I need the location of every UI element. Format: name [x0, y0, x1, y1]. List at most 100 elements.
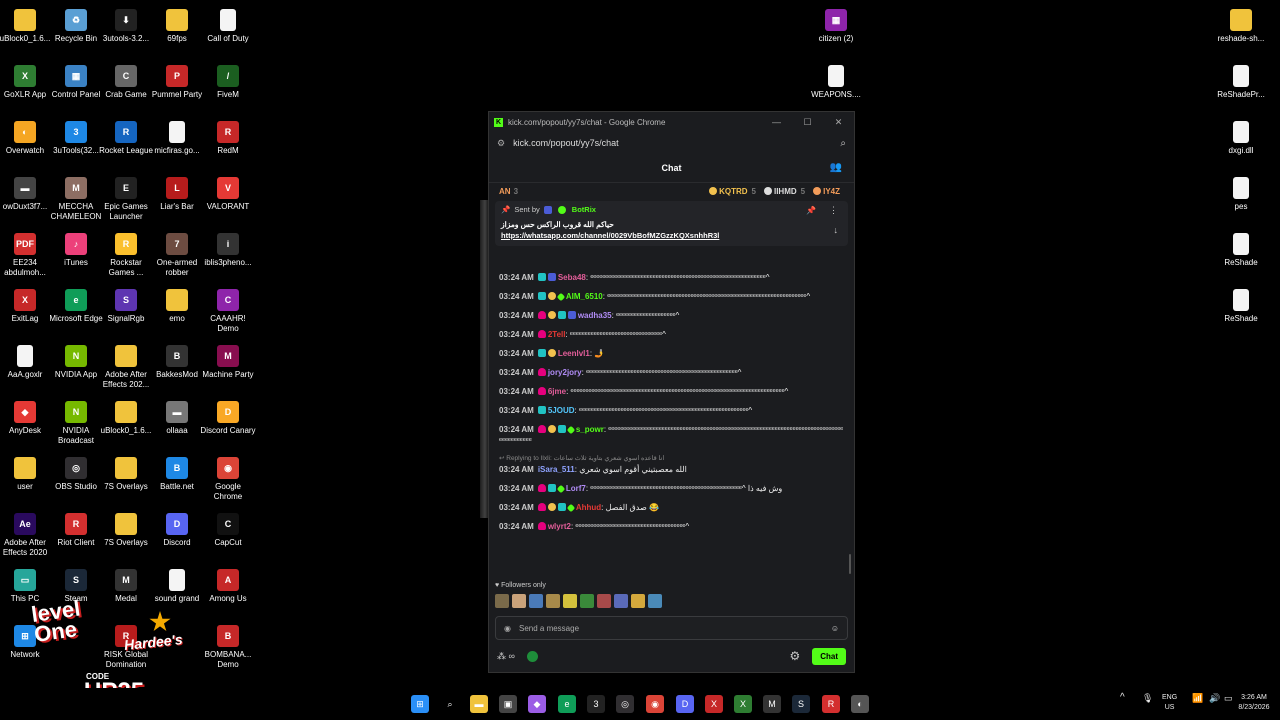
- taskbar-steam-icon[interactable]: S: [792, 695, 810, 713]
- site-info-icon[interactable]: ⚙: [497, 138, 505, 149]
- taskbar-medal-icon[interactable]: M: [763, 695, 781, 713]
- expand-chevron-icon[interactable]: ↓: [834, 225, 839, 235]
- desktop-icon-adobe-after-effects-202[interactable]: Adobe After Effects 202...: [98, 341, 154, 390]
- desktop-icon-ublock0-1-6[interactable]: uBlock0_1.6...: [98, 397, 154, 436]
- taskbar-goxlr-icon[interactable]: X: [734, 695, 752, 713]
- taskbar-3utools-icon[interactable]: 3: [587, 695, 605, 713]
- chat-message[interactable]: 03:24 AM AIM_6510: ᵉᵉᵉᵉᵉᵉᵉᵉᵉᵉᵉᵉᵉᵉᵉᵉᵉᵉᵉᵉᵉᵉ…: [499, 291, 844, 302]
- desktop-icon-reshade[interactable]: ReShade: [1213, 285, 1269, 324]
- chat-message[interactable]: 03:24 AM 5JOUD: ᵉᵉᵉᵉᵉᵉᵉᵉᵉᵉᵉᵉᵉᵉᵉᵉᵉᵉᵉᵉᵉᵉᵉᵉᵉ…: [499, 405, 844, 416]
- emote-icon[interactable]: [546, 594, 560, 608]
- clock[interactable]: 3:26 AM 8/23/2026: [1232, 693, 1276, 713]
- message-username[interactable]: iSara_511: [538, 465, 575, 474]
- desktop-icon-user[interactable]: user: [0, 453, 53, 492]
- gifter-item[interactable]: IIHMD 5: [763, 187, 805, 196]
- pinned-sender[interactable]: BotRix: [572, 205, 596, 214]
- desktop-icon-machine-party[interactable]: M Machine Party: [200, 341, 256, 380]
- message-username[interactable]: Leenlvl1: [558, 349, 590, 358]
- desktop-icon-rockstar-games[interactable]: R Rockstar Games ...: [98, 229, 154, 278]
- desktop-icon-among-us[interactable]: A Among Us: [200, 565, 256, 604]
- desktop-icon-valorant[interactable]: V VALORANT: [200, 173, 256, 212]
- desktop-icon-fivem[interactable]: / FiveM: [200, 61, 256, 100]
- emote-icon[interactable]: [631, 594, 645, 608]
- wifi-icon[interactable]: 📶: [1192, 693, 1203, 703]
- address-bar[interactable]: ⚙ kick.com/popout/yy7s/chat ⌕: [489, 132, 854, 154]
- desktop-icon-3utools-3-2[interactable]: ⬇ 3utools-3.2...: [98, 5, 154, 44]
- message-username[interactable]: s_powr: [576, 425, 604, 434]
- message-username[interactable]: wlyrt2: [548, 522, 571, 531]
- zoom-icon[interactable]: ⌕: [840, 138, 846, 149]
- desktop-icon-signalrgb[interactable]: S SignalRgb: [98, 285, 154, 324]
- desktop-icon-capcut[interactable]: C CapCut: [200, 509, 256, 548]
- message-username[interactable]: 2Tell: [548, 330, 566, 339]
- desktop-icon-redm[interactable]: R RedM: [200, 117, 256, 156]
- taskbar-edge-icon[interactable]: e: [558, 695, 576, 713]
- desktop-icon-control-panel[interactable]: ▦ Control Panel: [48, 61, 104, 100]
- chat-send-button[interactable]: Chat: [812, 647, 846, 665]
- scrollbar[interactable]: [849, 554, 851, 574]
- desktop-icon-reshadepr[interactable]: ReShadePr...: [1213, 61, 1269, 100]
- desktop-icon-goxlr-app[interactable]: X GoXLR App: [0, 61, 53, 100]
- desktop-icon-reshade[interactable]: ReShade: [1213, 229, 1269, 268]
- message-username[interactable]: Lorf7: [566, 484, 586, 493]
- reply-context[interactable]: ↩ Replying to Ilxli: انا قاعده اسوي شعري…: [499, 454, 844, 462]
- tray-chevron-icon[interactable]: ^: [1120, 693, 1125, 703]
- desktop-icon-pes[interactable]: pes: [1213, 173, 1269, 212]
- chat-message[interactable]: 03:24 AM Leenlvl1: 🤳: [499, 348, 844, 359]
- desktop-icon-google-chrome[interactable]: ◉ Google Chrome: [200, 453, 256, 502]
- taskbar-start-icon[interactable]: ⊞: [411, 695, 429, 713]
- desktop-icon-citizen-2[interactable]: ▦ citizen (2): [808, 5, 864, 44]
- desktop-icon-nvidia-app[interactable]: N NVIDIA App: [48, 341, 104, 380]
- desktop-icon-aaa-goxlr[interactable]: AaA.goxlr: [0, 341, 53, 380]
- gifter-item[interactable]: IY4Z: [813, 187, 844, 196]
- message-username[interactable]: 6jme: [548, 387, 566, 396]
- desktop-icon-discord[interactable]: D Discord: [149, 509, 205, 548]
- minimize-button[interactable]: —: [761, 117, 792, 128]
- desktop-icon-epic-games-launcher[interactable]: E Epic Games Launcher: [98, 173, 154, 222]
- desktop-icon-overwatch[interactable]: ◐ Overwatch: [0, 117, 53, 156]
- desktop-icon-itunes[interactable]: ♪ iTunes: [48, 229, 104, 268]
- desktop-icon-owduxt3f7[interactable]: ▬ owDuxt3f7...: [0, 173, 53, 212]
- emote-icon[interactable]: [597, 594, 611, 608]
- taskbar-discord-icon[interactable]: D: [676, 695, 694, 713]
- desktop-icon-medal[interactable]: M Medal: [98, 565, 154, 604]
- taskbar-app-icon[interactable]: ◐: [851, 695, 869, 713]
- desktop-icon-riot-client[interactable]: R Riot Client: [48, 509, 104, 548]
- taskbar-store-icon[interactable]: ▣: [499, 695, 517, 713]
- chat-messages[interactable]: 03:24 AM Seba48: ᵉᵉᵉᵉᵉᵉᵉᵉᵉᵉᵉᵉᵉᵉᵉᵉᵉᵉᵉᵉᵉᵉᵉᵉ…: [489, 272, 854, 572]
- language-indicator[interactable]: ENG US: [1162, 693, 1177, 713]
- taskbar-copilot-icon[interactable]: ◆: [528, 695, 546, 713]
- users-icon[interactable]: 👥: [830, 162, 842, 173]
- unpin-icon[interactable]: 📌: [806, 206, 816, 215]
- desktop-icon-exitlag[interactable]: X ExitLag: [0, 285, 53, 324]
- chat-message[interactable]: 03:24 AM iSara_511: الله معصبتيني أقوم اس…: [499, 464, 844, 475]
- volume-icon[interactable]: 🔊: [1209, 693, 1220, 703]
- chat-message[interactable]: 03:24 AM wadha35: ᵉᵉᵉᵉᵉᵉᵉᵉᵉᵉᵉᵉᵉᵉᵉᵉᵉᵉᵉᵉ^: [499, 310, 844, 321]
- chat-message[interactable]: 03:24 AM wlyrt2: ᵉᵉᵉᵉᵉᵉᵉᵉᵉᵉᵉᵉᵉᵉᵉᵉᵉᵉᵉᵉᵉᵉᵉᵉ…: [499, 521, 844, 532]
- desktop-icon-3utools-32[interactable]: 3 3uTools(32...: [48, 117, 104, 156]
- desktop-icon-battle-net[interactable]: B Battle.net: [149, 453, 205, 492]
- chat-message[interactable]: 03:24 AM jory2jory: ᵉᵉᵉᵉᵉᵉᵉᵉᵉᵉᵉᵉᵉᵉᵉᵉᵉᵉᵉᵉᵉ…: [499, 367, 844, 378]
- emote-icon[interactable]: [563, 594, 577, 608]
- chat-message[interactable]: 03:24 AM 2Tell: ᵉᵉᵉᵉᵉᵉᵉᵉᵉᵉᵉᵉᵉᵉᵉᵉᵉᵉᵉᵉᵉᵉᵉᵉᵉ…: [499, 329, 844, 340]
- desktop-icon-sound-grand[interactable]: sound grand: [149, 565, 205, 604]
- desktop-icon-7s-overlays[interactable]: 7S Overlays: [98, 509, 154, 548]
- emote-icon[interactable]: [495, 594, 509, 608]
- desktop-icon-reshade-sh[interactable]: reshade-sh...: [1213, 5, 1269, 44]
- message-username[interactable]: wadha35: [578, 311, 612, 320]
- taskbar-riot-icon[interactable]: R: [822, 695, 840, 713]
- desktop-icon-rocket-league[interactable]: R Rocket League: [98, 117, 154, 156]
- chat-message[interactable]: 03:24 AM 6jme: ᵉᵉᵉᵉᵉᵉᵉᵉᵉᵉᵉᵉᵉᵉᵉᵉᵉᵉᵉᵉᵉᵉᵉᵉᵉᵉ…: [499, 386, 844, 397]
- desktop-icon-dxgi-dll[interactable]: dxgi.dll: [1213, 117, 1269, 156]
- taskbar-file-explorer-icon[interactable]: ▬: [470, 695, 488, 713]
- desktop-icon-micfiras-go[interactable]: micfiras.go...: [149, 117, 205, 156]
- microphone-icon[interactable]: 🎙: [1142, 693, 1153, 703]
- desktop-icon-iblis3pheno[interactable]: i iblis3pheno...: [200, 229, 256, 268]
- message-username[interactable]: Seba48: [558, 273, 586, 282]
- desktop-icon-adobe-after-effects-2020[interactable]: Ae Adobe After Effects 2020: [0, 509, 53, 558]
- maximize-button[interactable]: ☐: [792, 117, 823, 128]
- message-username[interactable]: Ahhud: [576, 503, 601, 512]
- desktop-icon-caaahr-demo[interactable]: C CAAAHR! Demo: [200, 285, 256, 334]
- desktop-icon-discord-canary[interactable]: D Discord Canary: [200, 397, 256, 436]
- desktop-icon-69fps[interactable]: 69fps: [149, 5, 205, 44]
